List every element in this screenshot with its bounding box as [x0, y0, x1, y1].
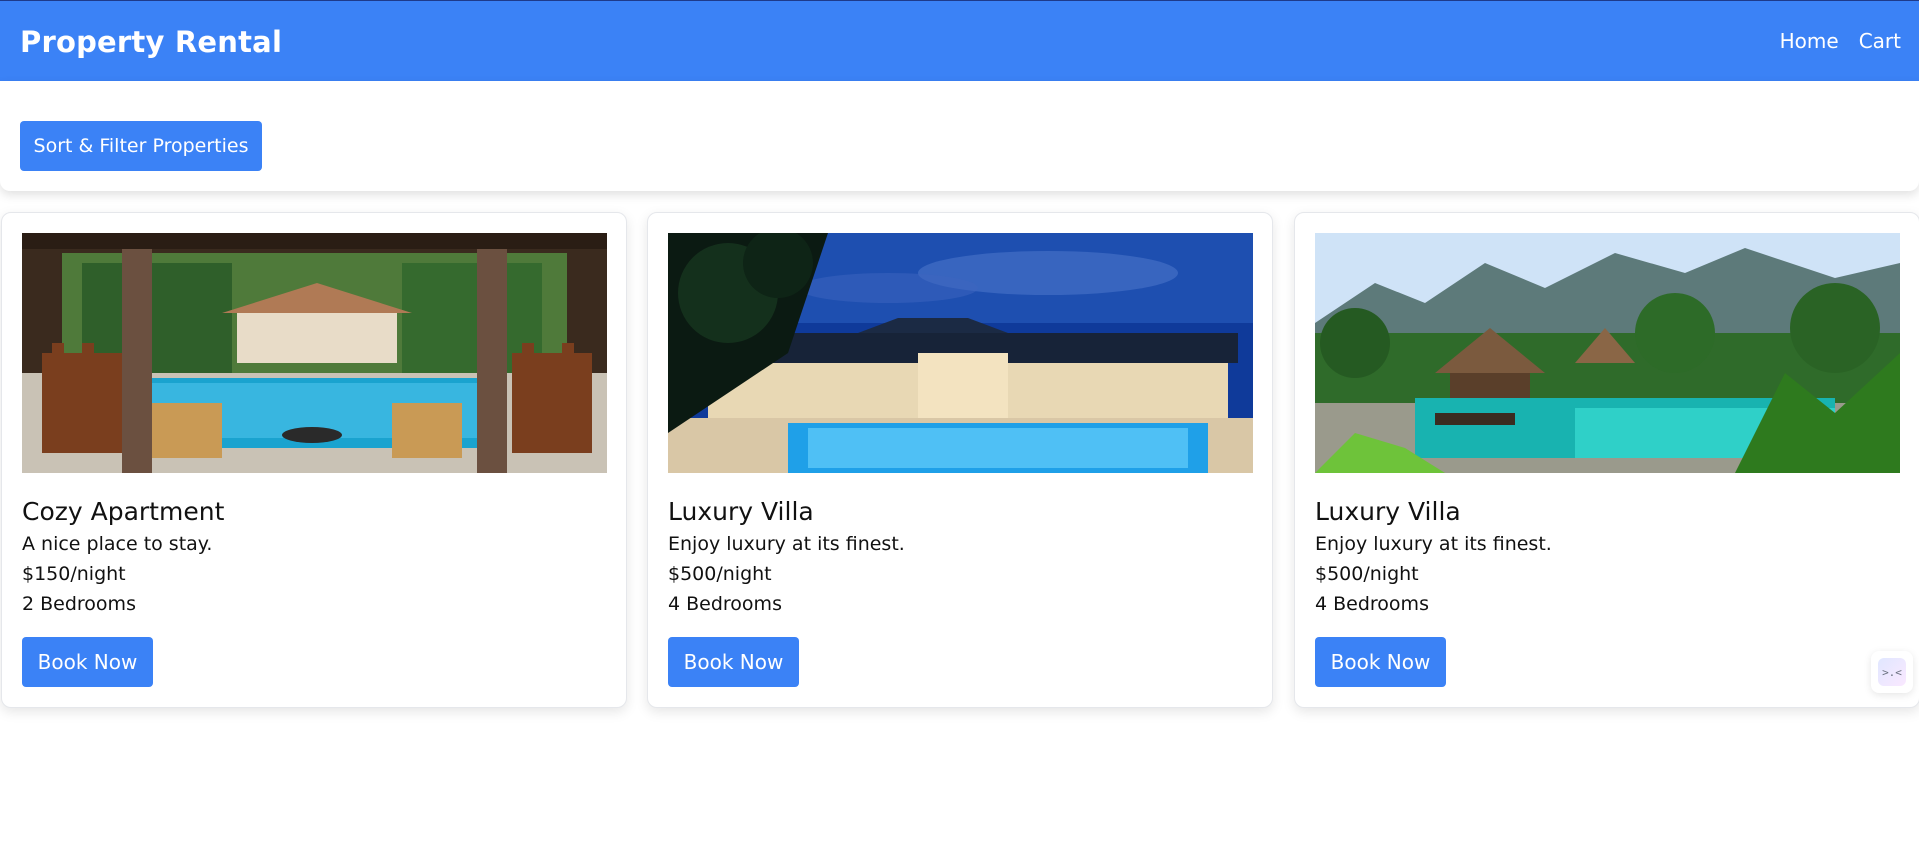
property-image-night-villa	[668, 233, 1253, 473]
property-price: $500/night	[1315, 563, 1419, 585]
nav-links: Home Cart	[1780, 29, 1901, 53]
floating-assistant-widget[interactable]: >.<	[1871, 651, 1913, 693]
filter-bar: Sort & Filter Properties	[0, 81, 1919, 191]
property-title: Luxury Villa	[1315, 497, 1461, 526]
property-bedrooms: 4 Bedrooms	[1315, 593, 1429, 615]
property-title: Cozy Apartment	[22, 497, 225, 526]
book-now-button[interactable]: Book Now	[22, 637, 153, 687]
property-price: $500/night	[668, 563, 772, 585]
assistant-icon: >.<	[1878, 658, 1906, 686]
property-card: Cozy Apartment A nice place to stay. $15…	[1, 212, 627, 708]
property-price: $150/night	[22, 563, 126, 585]
property-bedrooms: 2 Bedrooms	[22, 593, 136, 615]
property-card: Luxury Villa Enjoy luxury at its finest.…	[647, 212, 1273, 708]
sort-filter-button[interactable]: Sort & Filter Properties	[20, 121, 262, 171]
property-description: Enjoy luxury at its finest.	[1315, 533, 1552, 555]
book-now-button[interactable]: Book Now	[668, 637, 799, 687]
book-now-button[interactable]: Book Now	[1315, 637, 1446, 687]
nav-cart-link[interactable]: Cart	[1859, 29, 1901, 53]
property-description: A nice place to stay.	[22, 533, 213, 555]
property-description: Enjoy luxury at its finest.	[668, 533, 905, 555]
property-card: Luxury Villa Enjoy luxury at its finest.…	[1294, 212, 1919, 708]
property-bedrooms: 4 Bedrooms	[668, 593, 782, 615]
property-image-tropical-resort	[1315, 233, 1900, 473]
property-image-pool-patio	[22, 233, 607, 473]
brand-title[interactable]: Property Rental	[20, 25, 282, 59]
top-navbar: Property Rental Home Cart	[0, 0, 1919, 81]
nav-home-link[interactable]: Home	[1780, 29, 1839, 53]
property-title: Luxury Villa	[668, 497, 814, 526]
